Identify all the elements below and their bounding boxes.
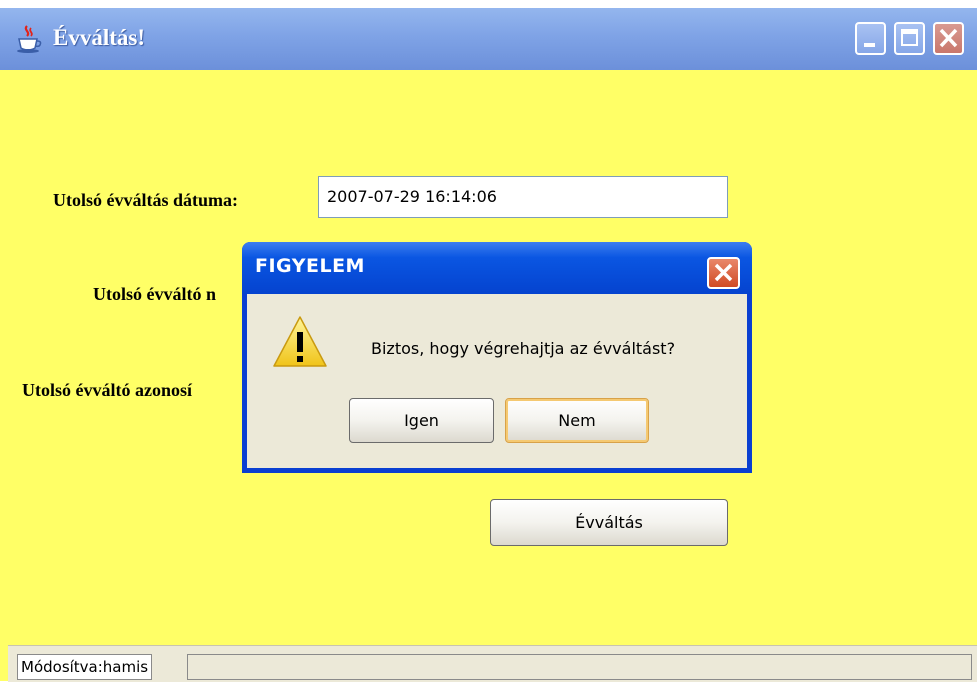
last-user-label: Utolsó évváltó n (93, 284, 216, 304)
java-coffee-icon (14, 24, 44, 54)
window-title: Évváltás! (53, 25, 145, 50)
rollover-button[interactable]: Évváltás (490, 499, 728, 546)
confirm-dialog: FIGYELEM Biztos, hogy végrehajtja az évv… (242, 242, 752, 473)
no-button[interactable]: Nem (505, 398, 649, 443)
yes-button[interactable]: Igen (349, 398, 494, 443)
last-date-label: Utolsó évváltás dátuma: (53, 190, 238, 210)
dialog-close-button[interactable] (707, 257, 740, 289)
maximize-button[interactable] (894, 22, 925, 55)
status-cell-empty (187, 654, 972, 680)
minimize-icon (864, 43, 875, 47)
dialog-title: FIGYELEM (255, 255, 365, 277)
maximize-icon (901, 29, 918, 46)
minimize-button[interactable] (855, 22, 886, 55)
dialog-message: Biztos, hogy végrehajtja az évváltást? (371, 339, 676, 358)
status-modified: Módosítva:hamis (17, 654, 153, 680)
close-button[interactable] (933, 22, 964, 55)
close-icon (939, 28, 958, 48)
dialog-titlebar[interactable]: FIGYELEM (242, 242, 752, 294)
last-id-label: Utolsó évváltó azonosí (22, 380, 192, 400)
warning-icon (272, 314, 328, 374)
close-icon (714, 263, 733, 282)
dialog-body: Biztos, hogy végrehajtja az évváltást? I… (247, 294, 747, 468)
window-titlebar[interactable]: Évváltás! (0, 8, 977, 70)
status-bar: Módosítva:hamis (8, 645, 977, 682)
last-date-field[interactable]: 2007-07-29 16:14:06 (318, 176, 728, 218)
main-window: Évváltás! Utolsó évváltás dátuma: 2007-0… (0, 8, 977, 682)
